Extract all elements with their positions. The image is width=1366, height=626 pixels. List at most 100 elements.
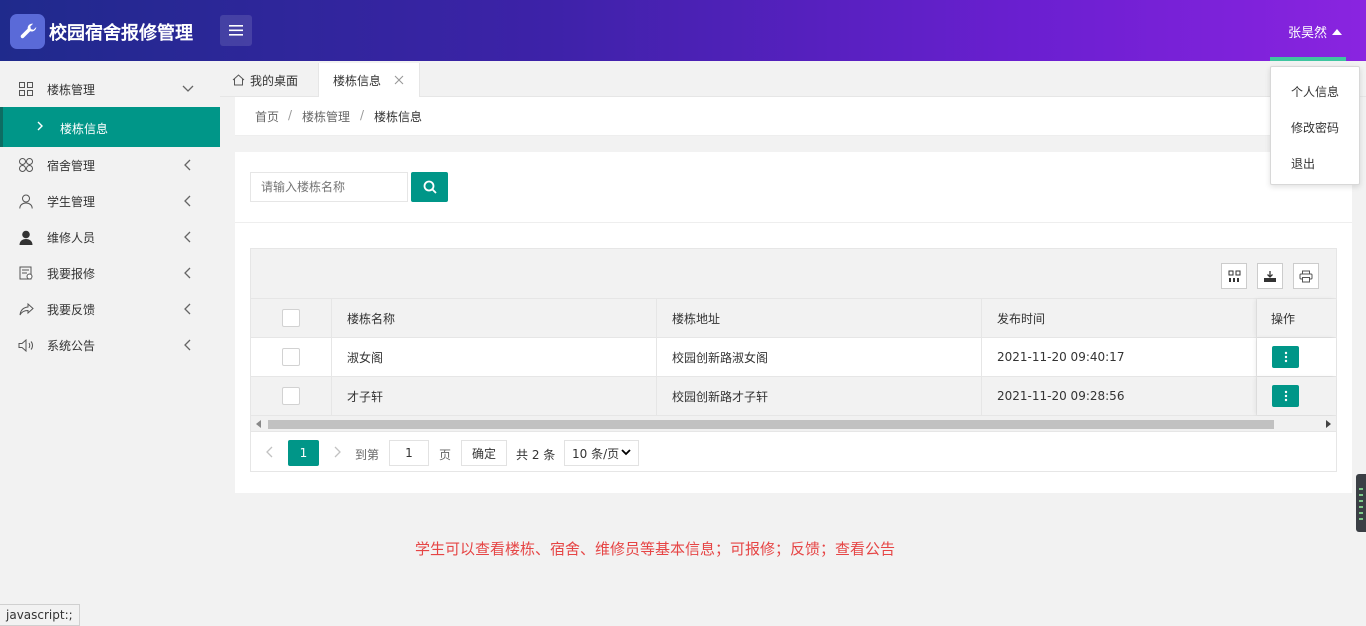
total-count: 共 2 条 [516,448,556,462]
search-icon [423,180,437,194]
sidebar-subitem-building-info[interactable]: 楼栋信息 [0,107,220,147]
cell-address: 校园创新路才子轩 [657,377,982,415]
select-cell [251,377,332,415]
cell-name: 才子轩 [332,377,657,415]
menu-logout[interactable]: 退出 [1291,155,1315,172]
page-unit-label: 页 [439,448,452,462]
page-size-select[interactable]: 10 条/页 [564,440,639,466]
horizontal-scrollbar[interactable] [251,416,1336,432]
sidebar-item-label: 学生管理 [47,194,96,209]
sidebar-item-students[interactable]: 学生管理 [0,183,220,219]
select-cell [251,338,332,376]
row-checkbox[interactable] [282,387,300,405]
menu-change-password[interactable]: 修改密码 [1291,119,1339,136]
main-card: 楼栋名称 楼栋地址 发布时间 操作 淑女阁 校园创新路淑女阁 2021-11-2… [235,152,1352,493]
chevron-left-icon [181,266,195,280]
calendar-icon [18,265,34,281]
data-table: 楼栋名称 楼栋地址 发布时间 操作 淑女阁 校园创新路淑女阁 2021-11-2… [250,248,1337,472]
user-dropdown: 个人信息 修改密码 退出 [1270,66,1360,185]
breadcrumb-home[interactable]: 首页 [255,108,279,125]
tab-label: 我的桌面 [250,73,299,88]
row-checkbox[interactable] [282,348,300,366]
sidebar-item-label: 我要反馈 [47,302,96,317]
cell-actions [1257,377,1336,415]
sidebar-item-feedback[interactable]: 我要反馈 [0,291,220,327]
header-select-cell [251,299,332,337]
sidebar-item-label: 楼栋管理 [47,82,96,97]
prev-page-icon[interactable] [265,445,275,459]
current-page[interactable]: 1 [288,440,319,466]
sidebar-subitem-label: 楼栋信息 [60,122,109,136]
browser-status-bar: javascript:; [0,604,80,626]
sidebar-item-label: 宿舍管理 [47,158,96,173]
chevron-left-icon [181,230,195,244]
select-all-checkbox[interactable] [282,309,300,327]
row-more-button[interactable] [1272,385,1299,407]
user-filled-icon [18,229,34,245]
breadcrumb-current: 楼栋信息 [374,110,423,124]
home-icon [232,74,245,86]
table-row: 才子轩 校园创新路才子轩 2021-11-20 09:28:56 [251,377,1336,416]
active-indicator [0,107,3,147]
header-time[interactable]: 发布时间 [982,299,1257,337]
row-more-button[interactable] [1272,346,1299,368]
scrollbar-thumb[interactable] [268,420,1274,429]
side-widget[interactable] [1356,474,1366,532]
wrench-icon [10,14,45,49]
more-vertical-icon [1284,390,1287,402]
table-toolbar [251,249,1336,299]
more-vertical-icon [1284,351,1287,363]
description-note: 学生可以查看楼栋、宿舍、维修员等基本信息；可报修；反馈；查看公告 [415,540,896,558]
app-logo: 校园宿舍报修管理 [10,14,193,49]
pagination: 1 到第 页 确定 共 2 条 10 条/页 [251,433,1336,471]
scroll-left-icon[interactable] [256,420,261,428]
breadcrumb: 首页 / 楼栋管理 / 楼栋信息 [235,97,1352,136]
chevron-left-icon [181,302,195,316]
page-size-value: 10 条/页 [572,446,620,461]
table-header: 楼栋名称 楼栋地址 发布时间 操作 [251,299,1336,338]
cell-time: 2021-11-20 09:40:17 [982,338,1257,376]
cell-actions [1257,338,1336,376]
clover-icon [18,157,34,173]
scroll-right-icon[interactable] [1326,420,1331,428]
sidebar-item-dorm[interactable]: 宿舍管理 [0,147,220,183]
search-input[interactable] [250,172,408,202]
sidebar-item-label: 系统公告 [47,338,96,353]
caret-up-icon [1332,28,1343,35]
hamburger-icon [229,25,243,36]
page-number-input[interactable] [389,440,429,466]
user-menu-trigger[interactable]: 张昊然 [1288,22,1343,41]
chevron-left-icon [181,158,195,172]
sidebar-item-repair[interactable]: 我要报修 [0,255,220,291]
chevron-left-icon [181,338,195,352]
header-address[interactable]: 楼栋地址 [657,299,982,337]
sidebar-item-building[interactable]: 楼栋管理 [0,71,220,107]
confirm-page-button[interactable]: 确定 [461,440,507,466]
app-title: 校园宿舍报修管理 [49,22,193,44]
chevron-down-icon [181,82,195,96]
columns-icon [1228,270,1240,282]
print-button[interactable] [1293,263,1319,289]
sidebar-item-announcement[interactable]: 系统公告 [0,327,220,363]
next-page-icon[interactable] [332,445,342,459]
menu-toggle-button[interactable] [220,15,252,46]
export-button[interactable] [1257,263,1283,289]
breadcrumb-building[interactable]: 楼栋管理 [302,108,350,125]
user-name: 张昊然 [1288,26,1328,41]
columns-filter-button[interactable] [1221,263,1247,289]
tab-home[interactable]: 我的桌面 [232,63,298,97]
tab-bar: 我的桌面 楼栋信息 [220,61,1366,97]
tab-building-info[interactable]: 楼栋信息 [318,63,420,97]
header-name[interactable]: 楼栋名称 [332,299,657,337]
menu-profile[interactable]: 个人信息 [1291,83,1339,100]
sidebar-item-label: 维修人员 [47,230,96,245]
search-button[interactable] [411,172,448,202]
divider [235,222,1352,223]
print-icon [1299,270,1313,282]
sidebar-item-repairmen[interactable]: 维修人员 [0,219,220,255]
user-outline-icon [18,193,34,209]
close-icon[interactable] [393,74,405,86]
grid-icon [18,81,34,97]
export-icon [1264,270,1276,282]
chevron-right-icon [36,120,44,135]
